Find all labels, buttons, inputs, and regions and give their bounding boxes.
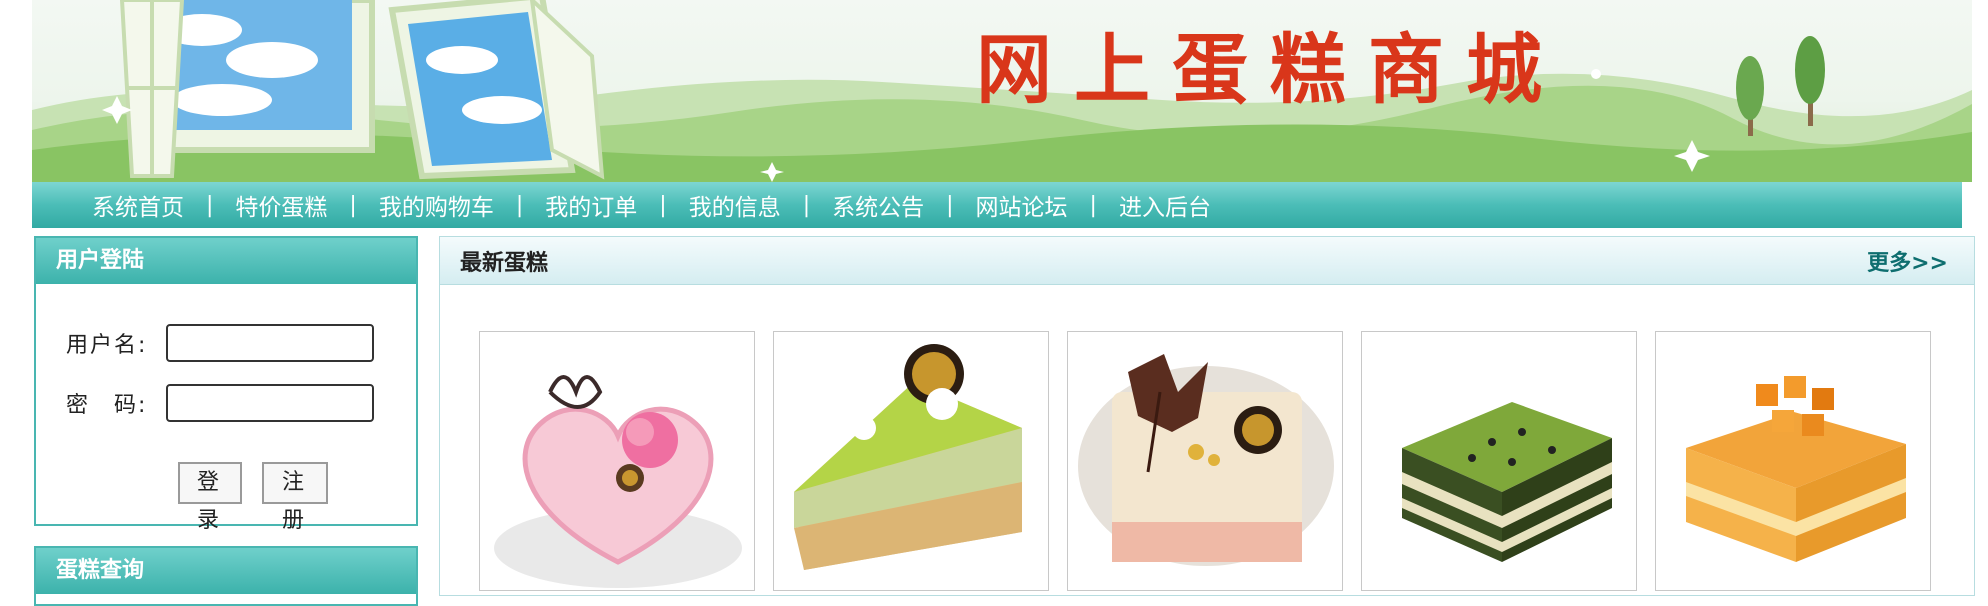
password-label: 密 码: [66, 393, 148, 418]
nav-separator: | [946, 192, 954, 218]
mango-cube-cake-image [1686, 376, 1906, 562]
cake-card[interactable] [479, 331, 755, 591]
latest-cakes-panel: 最新蛋糕 更多>> [439, 236, 1975, 596]
nav-separator: | [1089, 192, 1097, 218]
cake-search-panel: 蛋糕查询 [34, 546, 418, 606]
cake-card[interactable] [1655, 331, 1931, 591]
password-row: 密 码: [66, 384, 374, 422]
nav-home[interactable]: 系统首页 [92, 188, 184, 222]
login-button[interactable]: 登录 [178, 462, 242, 533]
latest-cakes-header: 最新蛋糕 更多>> [440, 237, 1974, 285]
register-button[interactable]: 注册 [262, 462, 328, 533]
chocolate-leaf-cake-image [1078, 354, 1334, 566]
main-nav: 系统首页 | 特价蛋糕 | 我的购物车 | 我的订单 | 我的信息 | 系统公告… [32, 182, 1962, 228]
username-label: 用户名: [66, 333, 148, 358]
matcha-slice-cake-image [794, 344, 1022, 570]
cake-card[interactable] [773, 331, 1049, 591]
nav-my-info[interactable]: 我的信息 [689, 188, 781, 222]
nav-separator: | [349, 192, 357, 218]
nav-shopping-cart[interactable]: 我的购物车 [379, 188, 494, 222]
nav-forum[interactable]: 网站论坛 [976, 188, 1068, 222]
username-input[interactable] [166, 324, 374, 362]
site-title: 网上蛋糕商城 [976, 25, 1564, 114]
heart-strawberry-cake-image [494, 375, 742, 588]
cake-card[interactable] [1067, 331, 1343, 591]
latest-cakes-title: 最新蛋糕 [460, 250, 549, 276]
nav-admin[interactable]: 进入后台 [1119, 188, 1211, 222]
nav-separator: | [659, 192, 667, 218]
nav-my-orders[interactable]: 我的订单 [545, 188, 637, 222]
username-row: 用户名: [66, 324, 374, 362]
nav-separator: | [515, 192, 524, 218]
cake-search-title: 蛋糕查询 [36, 548, 416, 594]
nav-special-cakes[interactable]: 特价蛋糕 [235, 188, 327, 222]
site-banner: 网上蛋糕商城 [32, 0, 1972, 182]
cake-card[interactable] [1361, 331, 1637, 591]
nav-announcements[interactable]: 系统公告 [832, 188, 924, 222]
nav-separator: | [206, 192, 214, 218]
more-link[interactable]: 更多>> [1867, 245, 1948, 277]
password-input[interactable] [166, 384, 374, 422]
green-tea-square-cake-image [1402, 364, 1612, 562]
login-panel-title: 用户登陆 [36, 238, 416, 284]
nav-separator: | [802, 192, 811, 218]
